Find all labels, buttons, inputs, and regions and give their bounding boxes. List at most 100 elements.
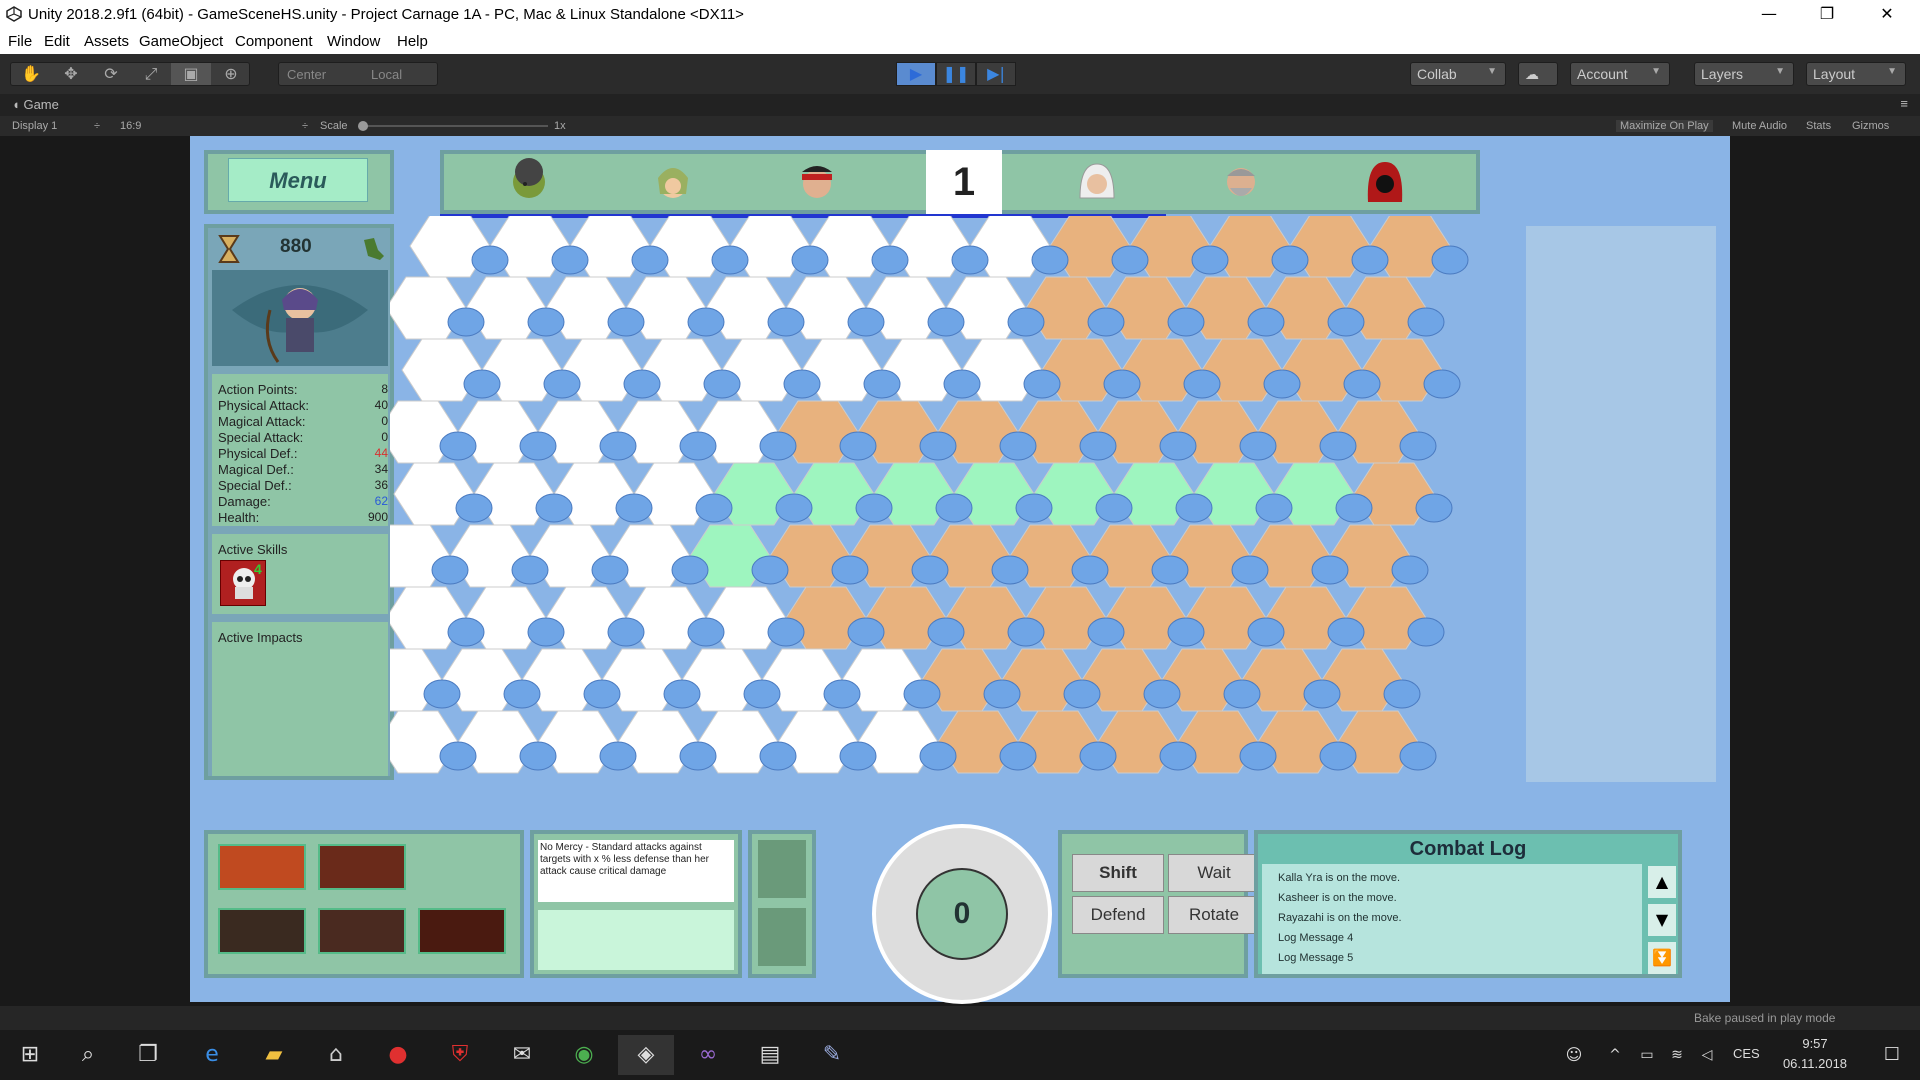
hex-node[interactable] (999, 431, 1037, 461)
hex-node[interactable] (1303, 679, 1341, 709)
hex-node[interactable] (591, 555, 629, 585)
menu-file[interactable]: File (8, 33, 32, 50)
arrow-skill-icon[interactable] (318, 908, 406, 954)
move-tool-icon[interactable]: ✥ (51, 63, 91, 85)
hex-node[interactable] (1167, 617, 1205, 647)
menu-help[interactable]: Help (397, 33, 428, 50)
hex-node[interactable] (1111, 245, 1149, 275)
hex-node[interactable] (1343, 369, 1381, 399)
file-explorer-icon[interactable]: ▰ (246, 1035, 302, 1075)
hex-node[interactable] (1151, 555, 1189, 585)
portrait-elf-icon[interactable] (648, 158, 698, 208)
hex-node[interactable] (1335, 493, 1373, 523)
mute-audio-toggle[interactable]: Mute Audio (1732, 120, 1787, 132)
hex-node[interactable] (679, 431, 717, 461)
action-dial[interactable]: 0 (872, 824, 1052, 1004)
visual-studio-icon[interactable]: ∞ (680, 1035, 736, 1075)
hex-node[interactable] (919, 741, 957, 771)
hex-node[interactable] (455, 493, 493, 523)
hex-node[interactable] (583, 679, 621, 709)
hex-node[interactable] (463, 369, 501, 399)
hex-node[interactable] (767, 617, 805, 647)
red-app-icon[interactable]: ● (370, 1035, 426, 1075)
hex-node[interactable] (1191, 245, 1229, 275)
skull-skill-icon[interactable]: 4 (220, 560, 266, 606)
move-boot-icon[interactable] (360, 236, 386, 262)
hex-node[interactable] (1183, 369, 1221, 399)
pivot-local-button[interactable]: Local (371, 67, 402, 82)
hex-node[interactable] (671, 555, 709, 585)
hex-node[interactable] (439, 741, 477, 771)
layout-dropdown[interactable]: Layout ▼ (1806, 62, 1906, 86)
hex-node[interactable] (663, 679, 701, 709)
hex-node[interactable] (535, 493, 573, 523)
slash-skill-icon[interactable] (218, 908, 306, 954)
hex-node[interactable] (431, 555, 469, 585)
hex-node[interactable] (1247, 617, 1285, 647)
hex-node[interactable] (1407, 307, 1445, 337)
hex-node[interactable] (743, 679, 781, 709)
scale-slider-handle[interactable] (358, 121, 368, 131)
wait-button[interactable]: Wait (1168, 854, 1260, 892)
hex-node[interactable] (1399, 431, 1437, 461)
menu-button[interactable]: Menu (228, 158, 368, 202)
hex-node[interactable] (1087, 307, 1125, 337)
clock-time[interactable]: 9:57 (1780, 1036, 1850, 1051)
hex-node[interactable] (1327, 307, 1365, 337)
close-button[interactable]: ✕ (1858, 0, 1916, 30)
hex-node[interactable] (1031, 245, 1069, 275)
menu-edit[interactable]: Edit (44, 33, 70, 50)
defend-button[interactable]: Defend (1072, 896, 1164, 934)
hex-node[interactable] (527, 617, 565, 647)
menu-gameobject[interactable]: GameObject (139, 33, 223, 50)
game-tab[interactable]: ◖ Game (12, 97, 59, 112)
hex-node[interactable] (623, 369, 661, 399)
hex-node[interactable] (935, 493, 973, 523)
volume-icon[interactable]: ◁ (1692, 1035, 1722, 1075)
log-scroll-end-icon[interactable]: ⏬ (1648, 942, 1676, 974)
minimize-button[interactable]: — (1740, 0, 1798, 30)
hand-tool-icon[interactable]: ✋ (11, 63, 51, 85)
account-dropdown[interactable]: Account ▼ (1570, 62, 1670, 86)
aspect-select[interactable]: 16:9 (120, 120, 141, 132)
hex-node[interactable] (911, 555, 949, 585)
hex-node[interactable] (687, 617, 725, 647)
stats-toggle[interactable]: Stats (1806, 120, 1831, 132)
paint-app-icon[interactable]: ✎ (804, 1035, 860, 1075)
hex-node[interactable] (855, 493, 893, 523)
menu-window[interactable]: Window (327, 33, 380, 50)
hex-node[interactable] (903, 679, 941, 709)
hex-node[interactable] (1167, 307, 1205, 337)
hex-node[interactable] (1311, 555, 1349, 585)
hex-node[interactable] (1095, 493, 1133, 523)
hex-node[interactable] (1407, 617, 1445, 647)
hex-node[interactable] (607, 307, 645, 337)
shift-button[interactable]: Shift (1072, 854, 1164, 892)
menu-assets[interactable]: Assets (84, 33, 129, 50)
shield-app-icon[interactable]: ⛨ (432, 1035, 488, 1075)
hex-node[interactable] (1087, 617, 1125, 647)
hex-node[interactable] (983, 679, 1021, 709)
hex-node[interactable] (1143, 679, 1181, 709)
hex-node[interactable] (1351, 245, 1389, 275)
hex-node[interactable] (1023, 369, 1061, 399)
step-button[interactable]: ▶| (976, 62, 1016, 86)
portrait-red-hood-icon[interactable] (1360, 158, 1410, 208)
hex-node[interactable] (1223, 679, 1261, 709)
hex-node[interactable] (927, 307, 965, 337)
item-slot[interactable] (758, 908, 806, 966)
hex-node[interactable] (1255, 493, 1293, 523)
hex-node[interactable] (1431, 245, 1469, 275)
mail-icon[interactable]: ✉ (494, 1035, 550, 1075)
layers-dropdown[interactable]: Layers ▼ (1694, 62, 1794, 86)
hex-node[interactable] (1415, 493, 1453, 523)
hex-node[interactable] (927, 617, 965, 647)
hex-node[interactable] (1423, 369, 1461, 399)
hex-node[interactable] (679, 741, 717, 771)
chrome-icon[interactable]: ◉ (556, 1035, 612, 1075)
hex-node[interactable] (839, 431, 877, 461)
hex-node[interactable] (1015, 493, 1053, 523)
hex-node[interactable] (991, 555, 1029, 585)
hex-node[interactable] (471, 245, 509, 275)
hex-node[interactable] (1239, 431, 1277, 461)
